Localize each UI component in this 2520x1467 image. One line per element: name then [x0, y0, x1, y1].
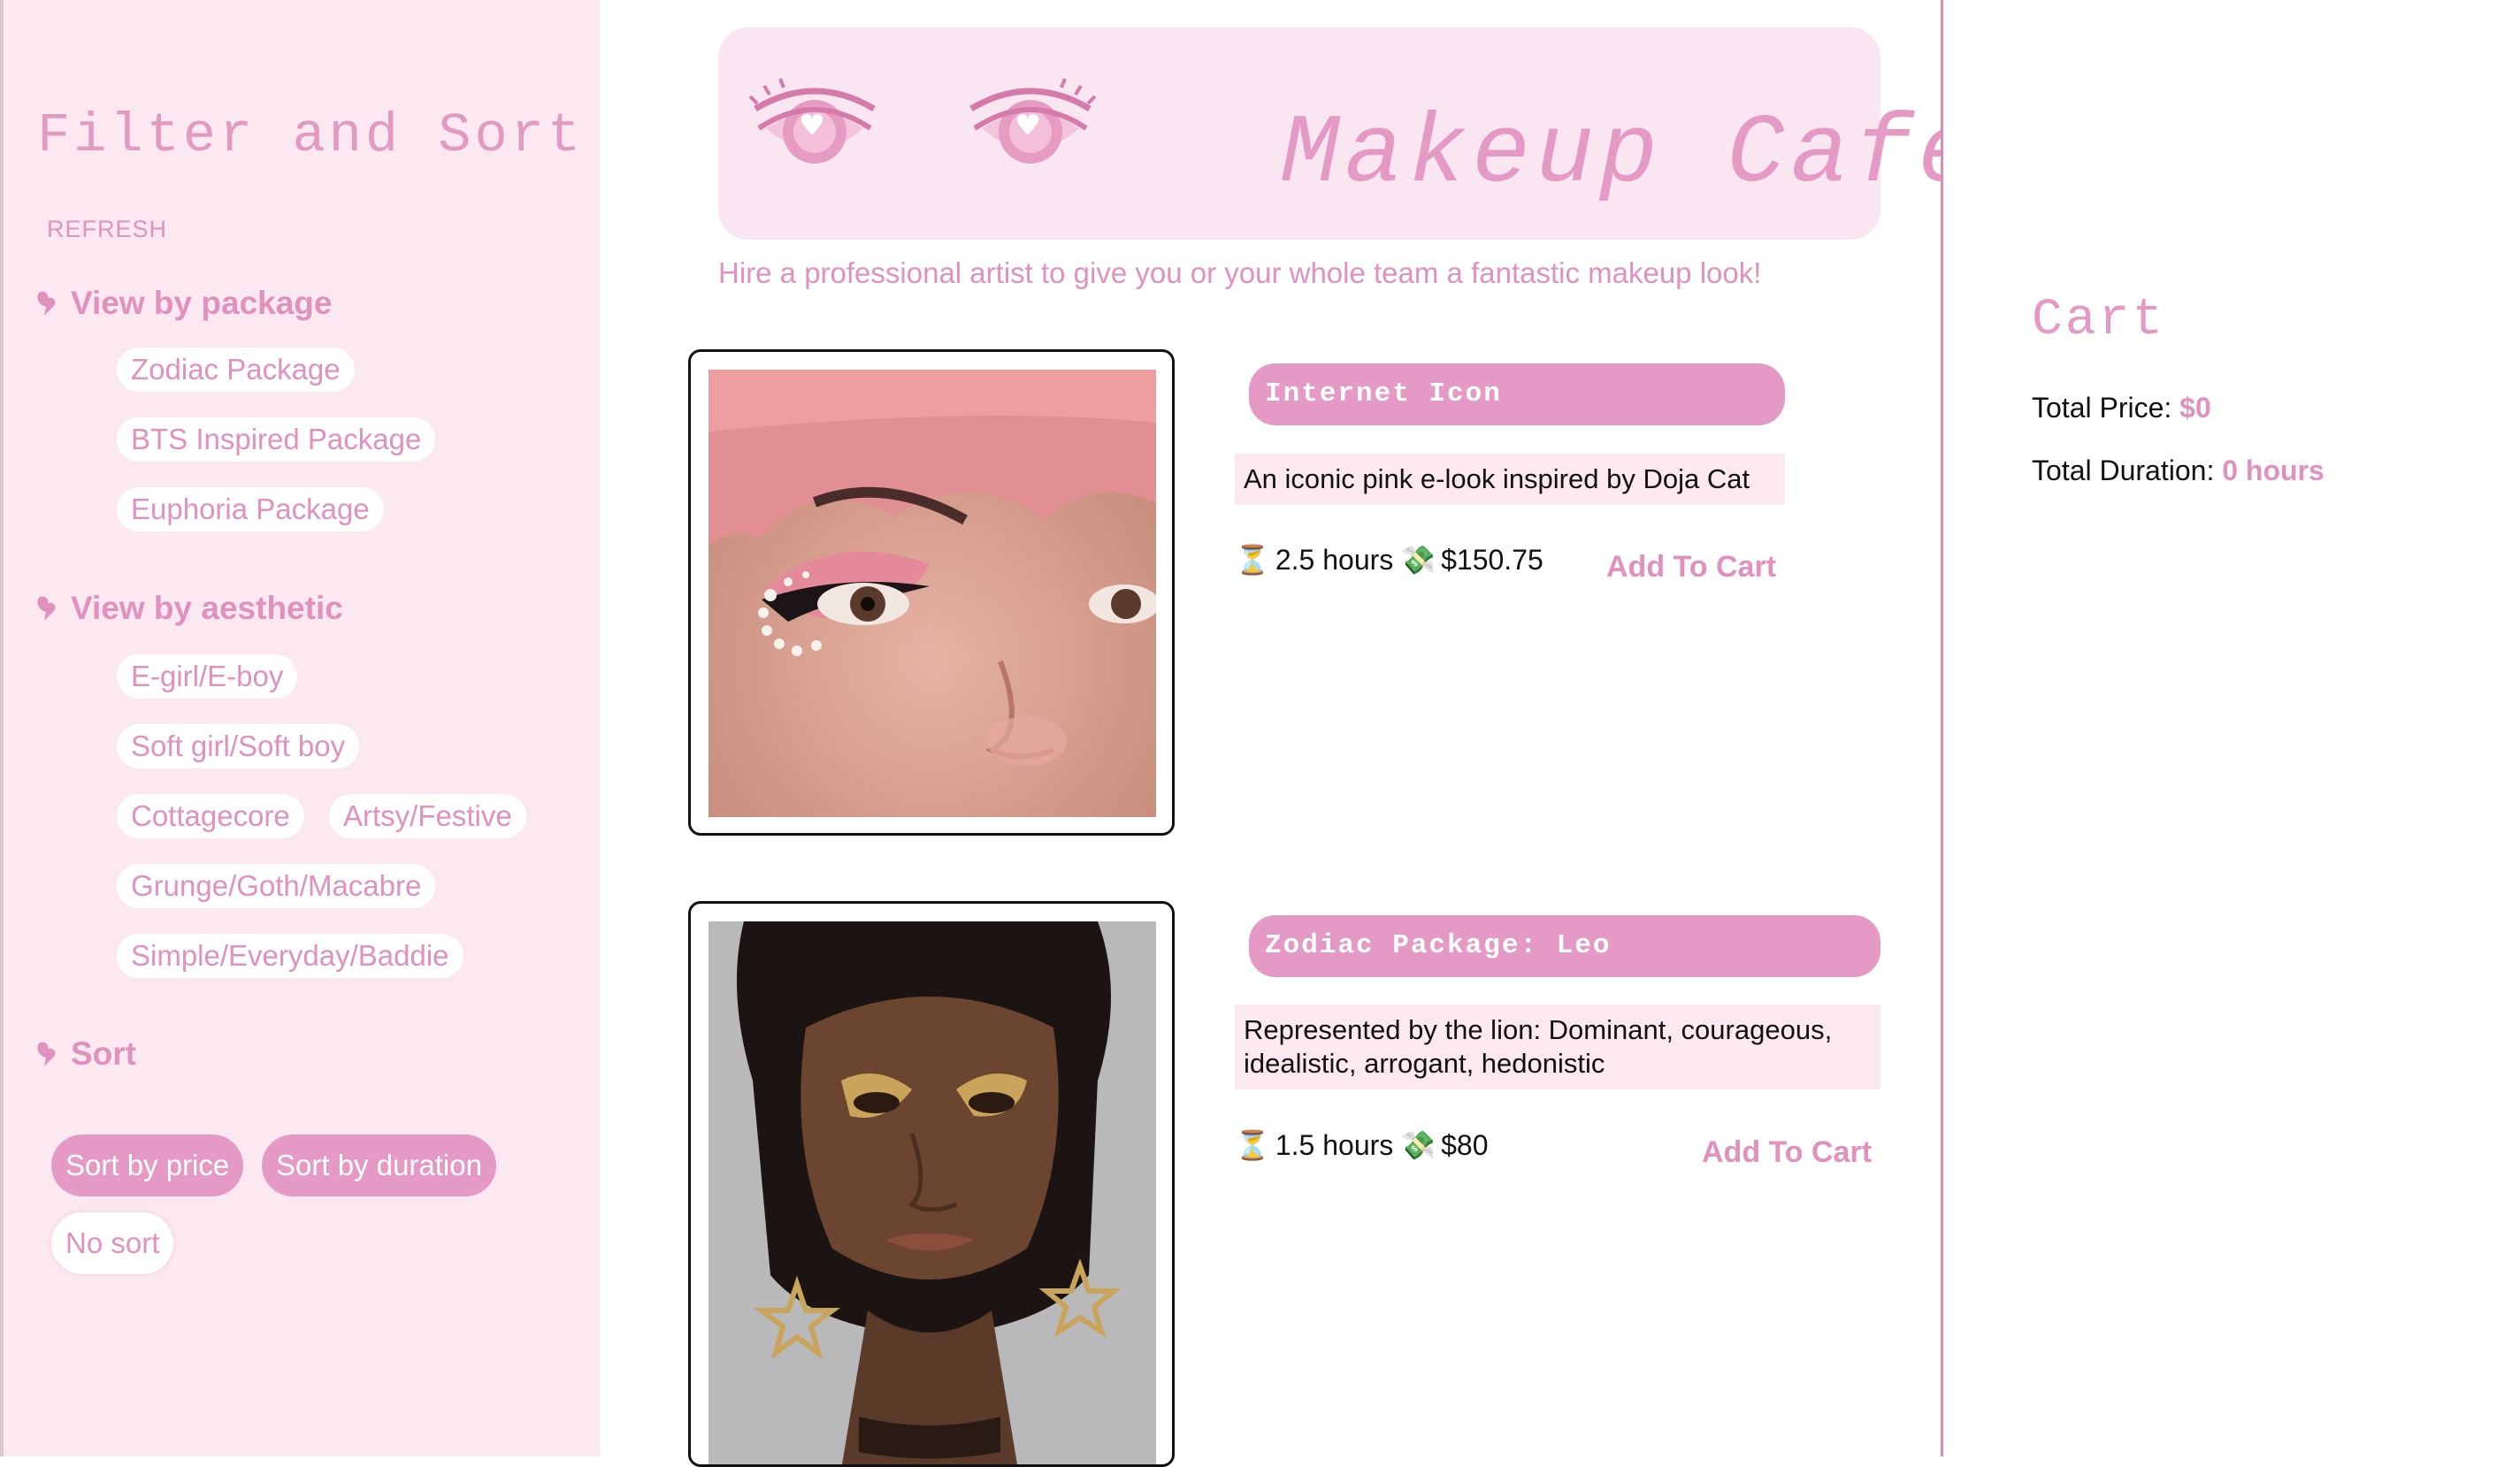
filter-chip-simple-everyday-baddie[interactable]: Simple/Everyday/Baddie: [117, 934, 463, 978]
cart-total-duration-label: Total Duration:: [2032, 455, 2215, 486]
sidebar-title: Filter and Sort: [37, 104, 585, 167]
sort-by-duration-button[interactable]: Sort by duration: [262, 1135, 496, 1196]
filter-chip-grunge-goth-macabre[interactable]: Grunge/Goth/Macabre: [117, 864, 436, 908]
filter-chip-zodiac-package[interactable]: Zodiac Package: [117, 348, 355, 392]
no-sort-button[interactable]: No sort: [51, 1212, 174, 1274]
hourglass-icon: ⏳: [1235, 544, 1270, 576]
cart-total-duration-value: 0 hours: [2222, 455, 2325, 486]
section-view-by-aesthetic[interactable]: View by aesthetic: [35, 590, 343, 627]
filter-chip-artsy-festive[interactable]: Artsy/Festive: [329, 794, 526, 838]
section-heading-label: View by package: [71, 285, 333, 321]
pink-eye-icon: [748, 78, 876, 164]
product-photo-gold-look: [709, 921, 1156, 1464]
cart-total-price-label: Total Price:: [2032, 392, 2172, 424]
product-title-badge: Internet Icon: [1249, 363, 1785, 425]
cart-total-price: Total Price: $0: [2032, 392, 2211, 424]
product-price: $80: [1441, 1128, 1489, 1161]
money-icon: 💸: [1400, 1129, 1436, 1161]
heart-arrow-icon: [37, 291, 56, 316]
cart-total-duration: Total Duration: 0 hours: [2032, 455, 2325, 487]
filter-chip-cottagecore[interactable]: Cottagecore: [117, 794, 304, 838]
cart-total-price-value: $0: [2179, 392, 2211, 424]
heart-arrow-icon: [37, 1042, 56, 1066]
add-to-cart-button[interactable]: Add To Cart: [1702, 1135, 1872, 1170]
site-title: Makeup Cafe: [1281, 100, 1982, 210]
section-heading-label: Sort: [71, 1035, 136, 1072]
product-image-card[interactable]: [688, 349, 1175, 836]
product-duration: 1.5 hours: [1275, 1128, 1394, 1161]
product-price: $150.75: [1441, 543, 1543, 576]
product-image-card[interactable]: [688, 901, 1175, 1467]
product-duration: 2.5 hours: [1275, 543, 1394, 576]
filter-chip-euphoria-package[interactable]: Euphoria Package: [117, 487, 384, 531]
add-to-cart-button[interactable]: Add To Cart: [1606, 550, 1776, 585]
filter-chip-bts-inspired-package[interactable]: BTS Inspired Package: [117, 417, 436, 462]
product-description: An iconic pink e-look inspired by Doja C…: [1235, 454, 1785, 505]
product-title-badge: Zodiac Package: Leo: [1249, 915, 1880, 977]
sort-by-price-button[interactable]: Sort by price: [51, 1135, 244, 1196]
section-heading-label: View by aesthetic: [71, 590, 343, 626]
product-meta: ⏳ 2.5 hours 💸 $150.75: [1235, 543, 1543, 577]
filter-chip-softgirl-softboy[interactable]: Soft girl/Soft boy: [117, 724, 360, 768]
heart-arrow-icon: [37, 596, 56, 621]
filter-sidebar: Filter and Sort REFRESH View by package …: [0, 0, 600, 1456]
refresh-button[interactable]: REFRESH: [47, 216, 167, 243]
money-icon: 💸: [1400, 544, 1436, 576]
product-meta: ⏳ 1.5 hours 💸 $80: [1235, 1128, 1489, 1162]
site-tagline: Hire a professional artist to give you o…: [718, 256, 1762, 289]
product-list-area: Makeup Cafe Hire a professional artist t…: [600, 0, 1976, 1467]
section-view-by-package[interactable]: View by package: [35, 285, 332, 322]
pink-eye-icon: [969, 78, 1097, 164]
section-sort[interactable]: Sort: [35, 1035, 136, 1073]
filter-chip-egirl-eboy[interactable]: E-girl/E-boy: [117, 654, 298, 699]
cart-title: Cart: [2032, 292, 2166, 349]
product-photo-pink-eye-look: [709, 370, 1156, 817]
product-description: Represented by the lion: Dominant, coura…: [1235, 1005, 1880, 1089]
cart-panel: Cart Total Price: $0 Total Duration: 0 h…: [1941, 0, 2520, 1456]
site-banner: Makeup Cafe: [718, 27, 1976, 240]
hourglass-icon: ⏳: [1235, 1129, 1270, 1161]
